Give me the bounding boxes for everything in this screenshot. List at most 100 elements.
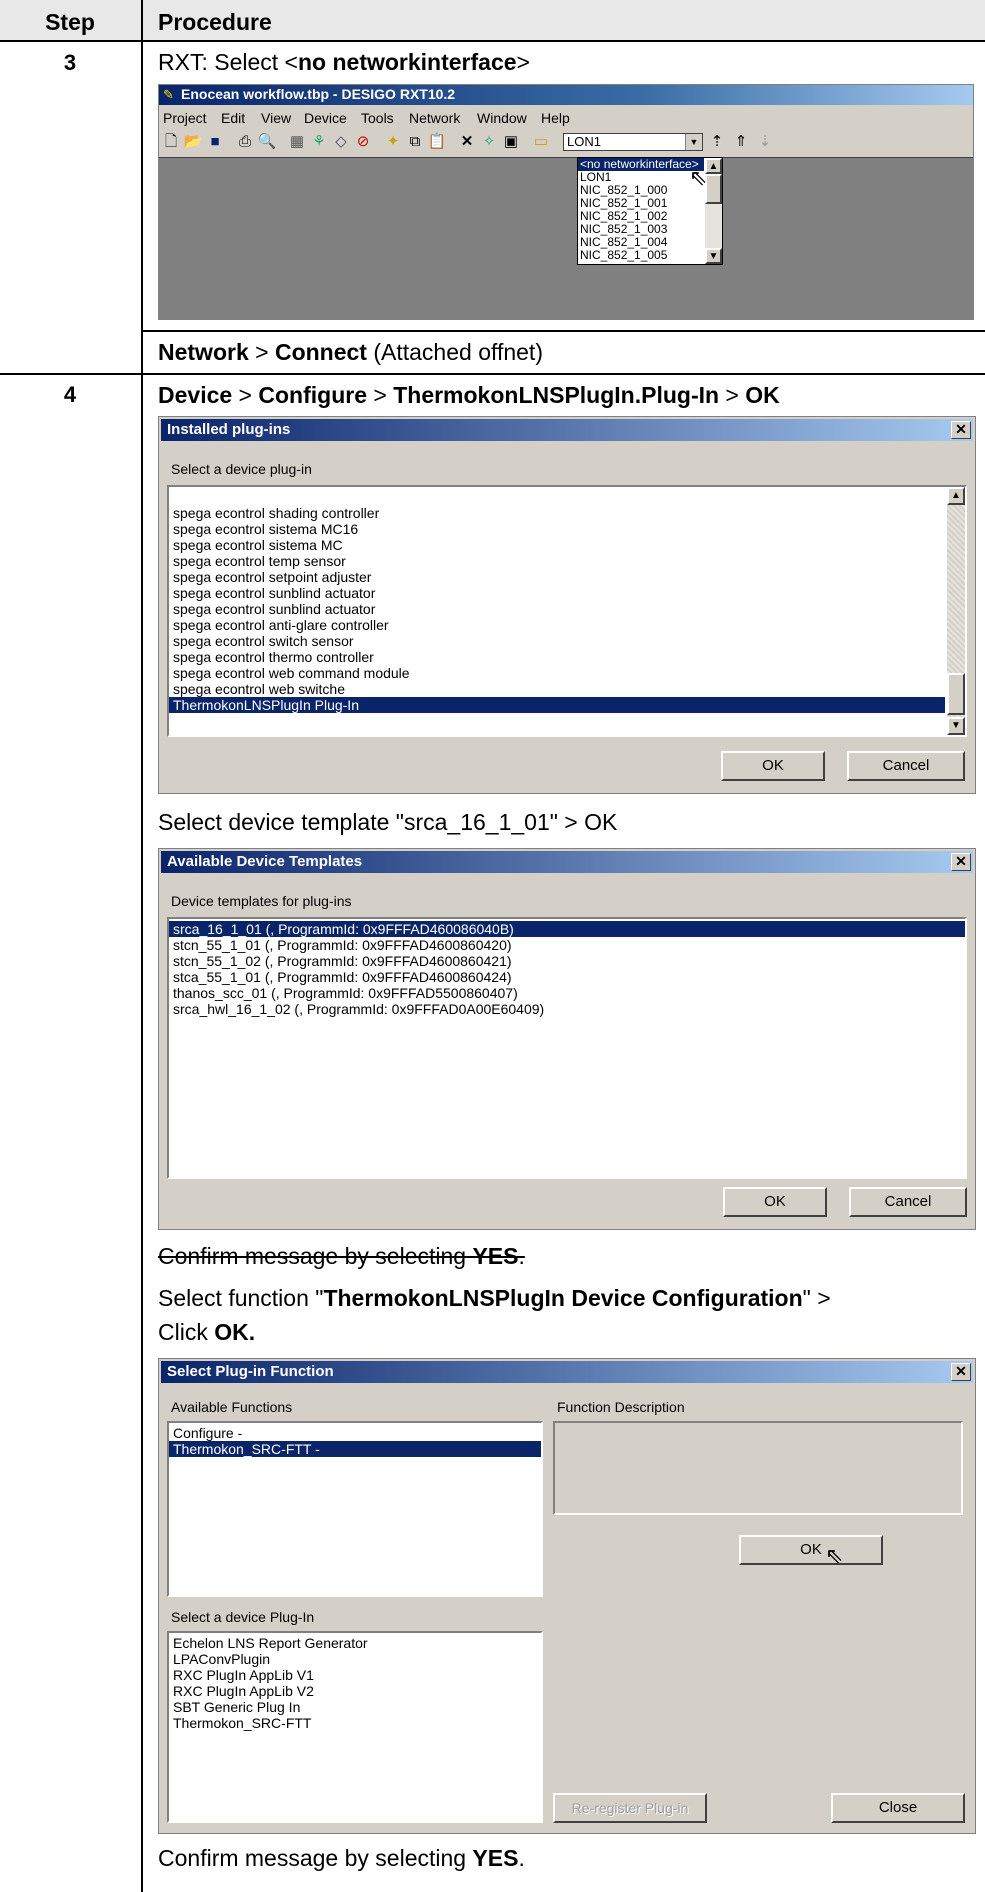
- paste-icon[interactable]: 📋: [427, 133, 447, 151]
- cancel-button[interactable]: Cancel: [847, 751, 965, 781]
- select-function-line1: Select function "ThermokonLNSPlugIn Devi…: [158, 1285, 831, 1311]
- device-plugin-list-item[interactable]: LPAConvPlugin: [169, 1651, 541, 1667]
- combo-arrow-icon[interactable]: ▼: [685, 134, 702, 150]
- stop-icon[interactable]: ⊘: [353, 133, 373, 151]
- plugin-list-item[interactable]: spega econtrol web switche: [169, 681, 945, 697]
- network-combo-value: LON1: [567, 134, 601, 149]
- device-plugin-listbox[interactable]: Echelon LNS Report Generator LPAConvPlugi…: [167, 1631, 543, 1823]
- plugin-list-item[interactable]: spega econtrol thermo controller: [169, 649, 945, 665]
- close-icon[interactable]: ✕: [951, 853, 971, 871]
- device-plugin-list-item[interactable]: Thermokon_SRC-FTT: [169, 1715, 541, 1731]
- rxt-workspace: [159, 157, 973, 320]
- copy-icon[interactable]: ⧉: [405, 133, 425, 151]
- device-templates-dialog: Available Device Templates ✕ Device temp…: [158, 848, 976, 1230]
- grid-icon[interactable]: ▦: [287, 133, 307, 151]
- scroll-thumb[interactable]: [947, 673, 965, 715]
- template-list-item[interactable]: srca_hwl_16_1_02 (, ProgrammId: 0x9FFFAD…: [169, 1001, 965, 1017]
- dropdown-item[interactable]: NIC_852_1_005: [578, 249, 704, 262]
- template-list-item[interactable]: srca_16_1_01 (, ProgrammId: 0x9FFFAD4600…: [169, 921, 965, 937]
- scroll-up-icon[interactable]: ▲: [705, 158, 722, 174]
- menu-help[interactable]: Help: [541, 110, 570, 126]
- plugin-list-item[interactable]: spega econtrol sunblind actuator: [169, 585, 945, 601]
- template-listbox[interactable]: srca_16_1_01 (, ProgrammId: 0x9FFFAD4600…: [167, 917, 967, 1179]
- close-icon[interactable]: ✕: [951, 1363, 971, 1381]
- column-divider: [141, 0, 143, 1892]
- menu-window[interactable]: Window: [477, 110, 527, 126]
- connect-all-icon[interactable]: ⇑: [731, 133, 751, 151]
- rxt-menubar: Project Edit View Device Tools Network W…: [159, 107, 973, 129]
- network-icon[interactable]: ▭: [531, 133, 551, 151]
- device-templates-prompt: Device templates for plug-ins: [171, 893, 352, 909]
- plugin-list-item[interactable]: spega econtrol sistema MC: [169, 537, 945, 553]
- step4-heading: Device > Configure > ThermokonLNSPlugIn.…: [158, 382, 780, 408]
- close-icon[interactable]: ✕: [951, 421, 971, 439]
- dropdown-scrollbar[interactable]: ▲ ▼: [705, 158, 722, 264]
- scroll-down-icon[interactable]: ▼: [947, 717, 965, 735]
- plugin-list-item[interactable]: spega econtrol anti-glare controller: [169, 617, 945, 633]
- step-number-3: 3: [63, 50, 77, 75]
- wizard-icon[interactable]: ✧: [479, 133, 499, 151]
- new-item-icon[interactable]: ✦: [383, 133, 403, 151]
- plugin-scrollbar[interactable]: ▲ ▼: [947, 487, 965, 735]
- template-list: srca_16_1_01 (, ProgrammId: 0x9FFFAD4600…: [169, 921, 965, 1017]
- plugin-list-item[interactable]: spega econtrol shading controller: [169, 505, 945, 521]
- scroll-up-icon[interactable]: ▲: [947, 487, 965, 505]
- header-step: Step: [45, 9, 95, 35]
- confirm-message-final: Confirm message by selecting YES.: [158, 1845, 525, 1871]
- plugin-list-item[interactable]: spega econtrol switch sensor: [169, 633, 945, 649]
- functions-list: Configure - Thermokon_SRC-FTT -: [169, 1425, 541, 1457]
- print-preview-icon[interactable]: 🔍: [257, 133, 277, 151]
- open-folder-icon[interactable]: 📂: [183, 133, 203, 151]
- delete-icon[interactable]: ✕: [457, 133, 477, 151]
- device-plugin-list-item[interactable]: SBT Generic Plug In: [169, 1699, 541, 1715]
- new-file-icon[interactable]: 🗋: [161, 133, 181, 151]
- tree-icon[interactable]: ⚘: [309, 133, 329, 151]
- installed-plugins-prompt: Select a device plug-in: [171, 461, 312, 477]
- device-templates-titlebar: Available Device Templates: [161, 851, 973, 873]
- template-list-item[interactable]: thanos_scc_01 (, ProgrammId: 0x9FFFAD550…: [169, 985, 965, 1001]
- ok-button[interactable]: OK: [723, 1187, 827, 1217]
- plugin-list-item[interactable]: ThermokonLNSPlugIn Plug-In: [169, 697, 945, 713]
- functions-listbox[interactable]: Configure - Thermokon_SRC-FTT -: [167, 1421, 543, 1597]
- confirm-message-struck: Confirm message by selecting YES.: [158, 1243, 525, 1269]
- function-description-box: [553, 1421, 963, 1515]
- installed-plugins-titlebar: Installed plug-ins: [161, 419, 973, 441]
- step3-instruction: RXT: Select <no networkinterface>: [158, 49, 530, 75]
- disconnect-icon[interactable]: ⇣: [755, 133, 775, 151]
- rxt-toolbar: 🗋 📂 ■ ⎙ 🔍 ▦ ⚘ ◇ ⊘ ✦ ⧉ 📋 ✕ ✧ ▣ ▭ LON1 ▼ ⇡…: [159, 129, 973, 157]
- device-plugin-list-item[interactable]: RXC PlugIn AppLib V2: [169, 1683, 541, 1699]
- print-icon[interactable]: ⎙: [235, 133, 255, 151]
- menu-edit[interactable]: Edit: [221, 110, 245, 126]
- function-list-item[interactable]: Thermokon_SRC-FTT -: [169, 1441, 541, 1457]
- function-list-item[interactable]: Configure -: [169, 1425, 541, 1441]
- step-divider: [0, 373, 985, 375]
- reregister-plugin-button[interactable]: Re-register Plug-in: [553, 1793, 707, 1823]
- ok-button[interactable]: OK: [721, 751, 825, 781]
- scroll-down-icon[interactable]: ▼: [705, 248, 722, 264]
- close-button[interactable]: Close: [831, 1793, 965, 1823]
- template-list-item[interactable]: stca_55_1_01 (, ProgrammId: 0x9FFFAD4600…: [169, 969, 965, 985]
- plugin-list-item[interactable]: spega econtrol setpoint adjuster: [169, 569, 945, 585]
- properties-icon[interactable]: ▣: [501, 133, 521, 151]
- connect-icon[interactable]: ⇡: [707, 133, 727, 151]
- template-list-item[interactable]: stcn_55_1_01 (, ProgrammId: 0x9FFFAD4600…: [169, 937, 965, 953]
- cancel-button[interactable]: Cancel: [849, 1187, 967, 1217]
- menu-device[interactable]: Device: [304, 110, 347, 126]
- plugin-list-item[interactable]: spega econtrol sistema MC16: [169, 521, 945, 537]
- plugin-listbox[interactable]: spega econtrol shading controller spega e…: [167, 485, 967, 737]
- menu-view[interactable]: View: [261, 110, 291, 126]
- save-icon[interactable]: ■: [205, 133, 225, 151]
- scroll-thumb[interactable]: [705, 174, 722, 204]
- plugin-list-item[interactable]: spega econtrol sunblind actuator: [169, 601, 945, 617]
- menu-project[interactable]: Project: [163, 110, 207, 126]
- ok-button[interactable]: OK: [739, 1535, 883, 1565]
- menu-tools[interactable]: Tools: [361, 110, 394, 126]
- template-list-item[interactable]: stcn_55_1_02 (, ProgrammId: 0x9FFFAD4600…: [169, 953, 965, 969]
- diamond-icon[interactable]: ◇: [331, 133, 351, 151]
- device-plugin-list-item[interactable]: Echelon LNS Report Generator: [169, 1635, 541, 1651]
- plugin-list-item[interactable]: spega econtrol web command module: [169, 665, 945, 681]
- network-combo[interactable]: LON1 ▼: [563, 133, 703, 151]
- plugin-list-item[interactable]: spega econtrol temp sensor: [169, 553, 945, 569]
- device-plugin-list-item[interactable]: RXC PlugIn AppLib V1: [169, 1667, 541, 1683]
- menu-network[interactable]: Network: [409, 110, 460, 126]
